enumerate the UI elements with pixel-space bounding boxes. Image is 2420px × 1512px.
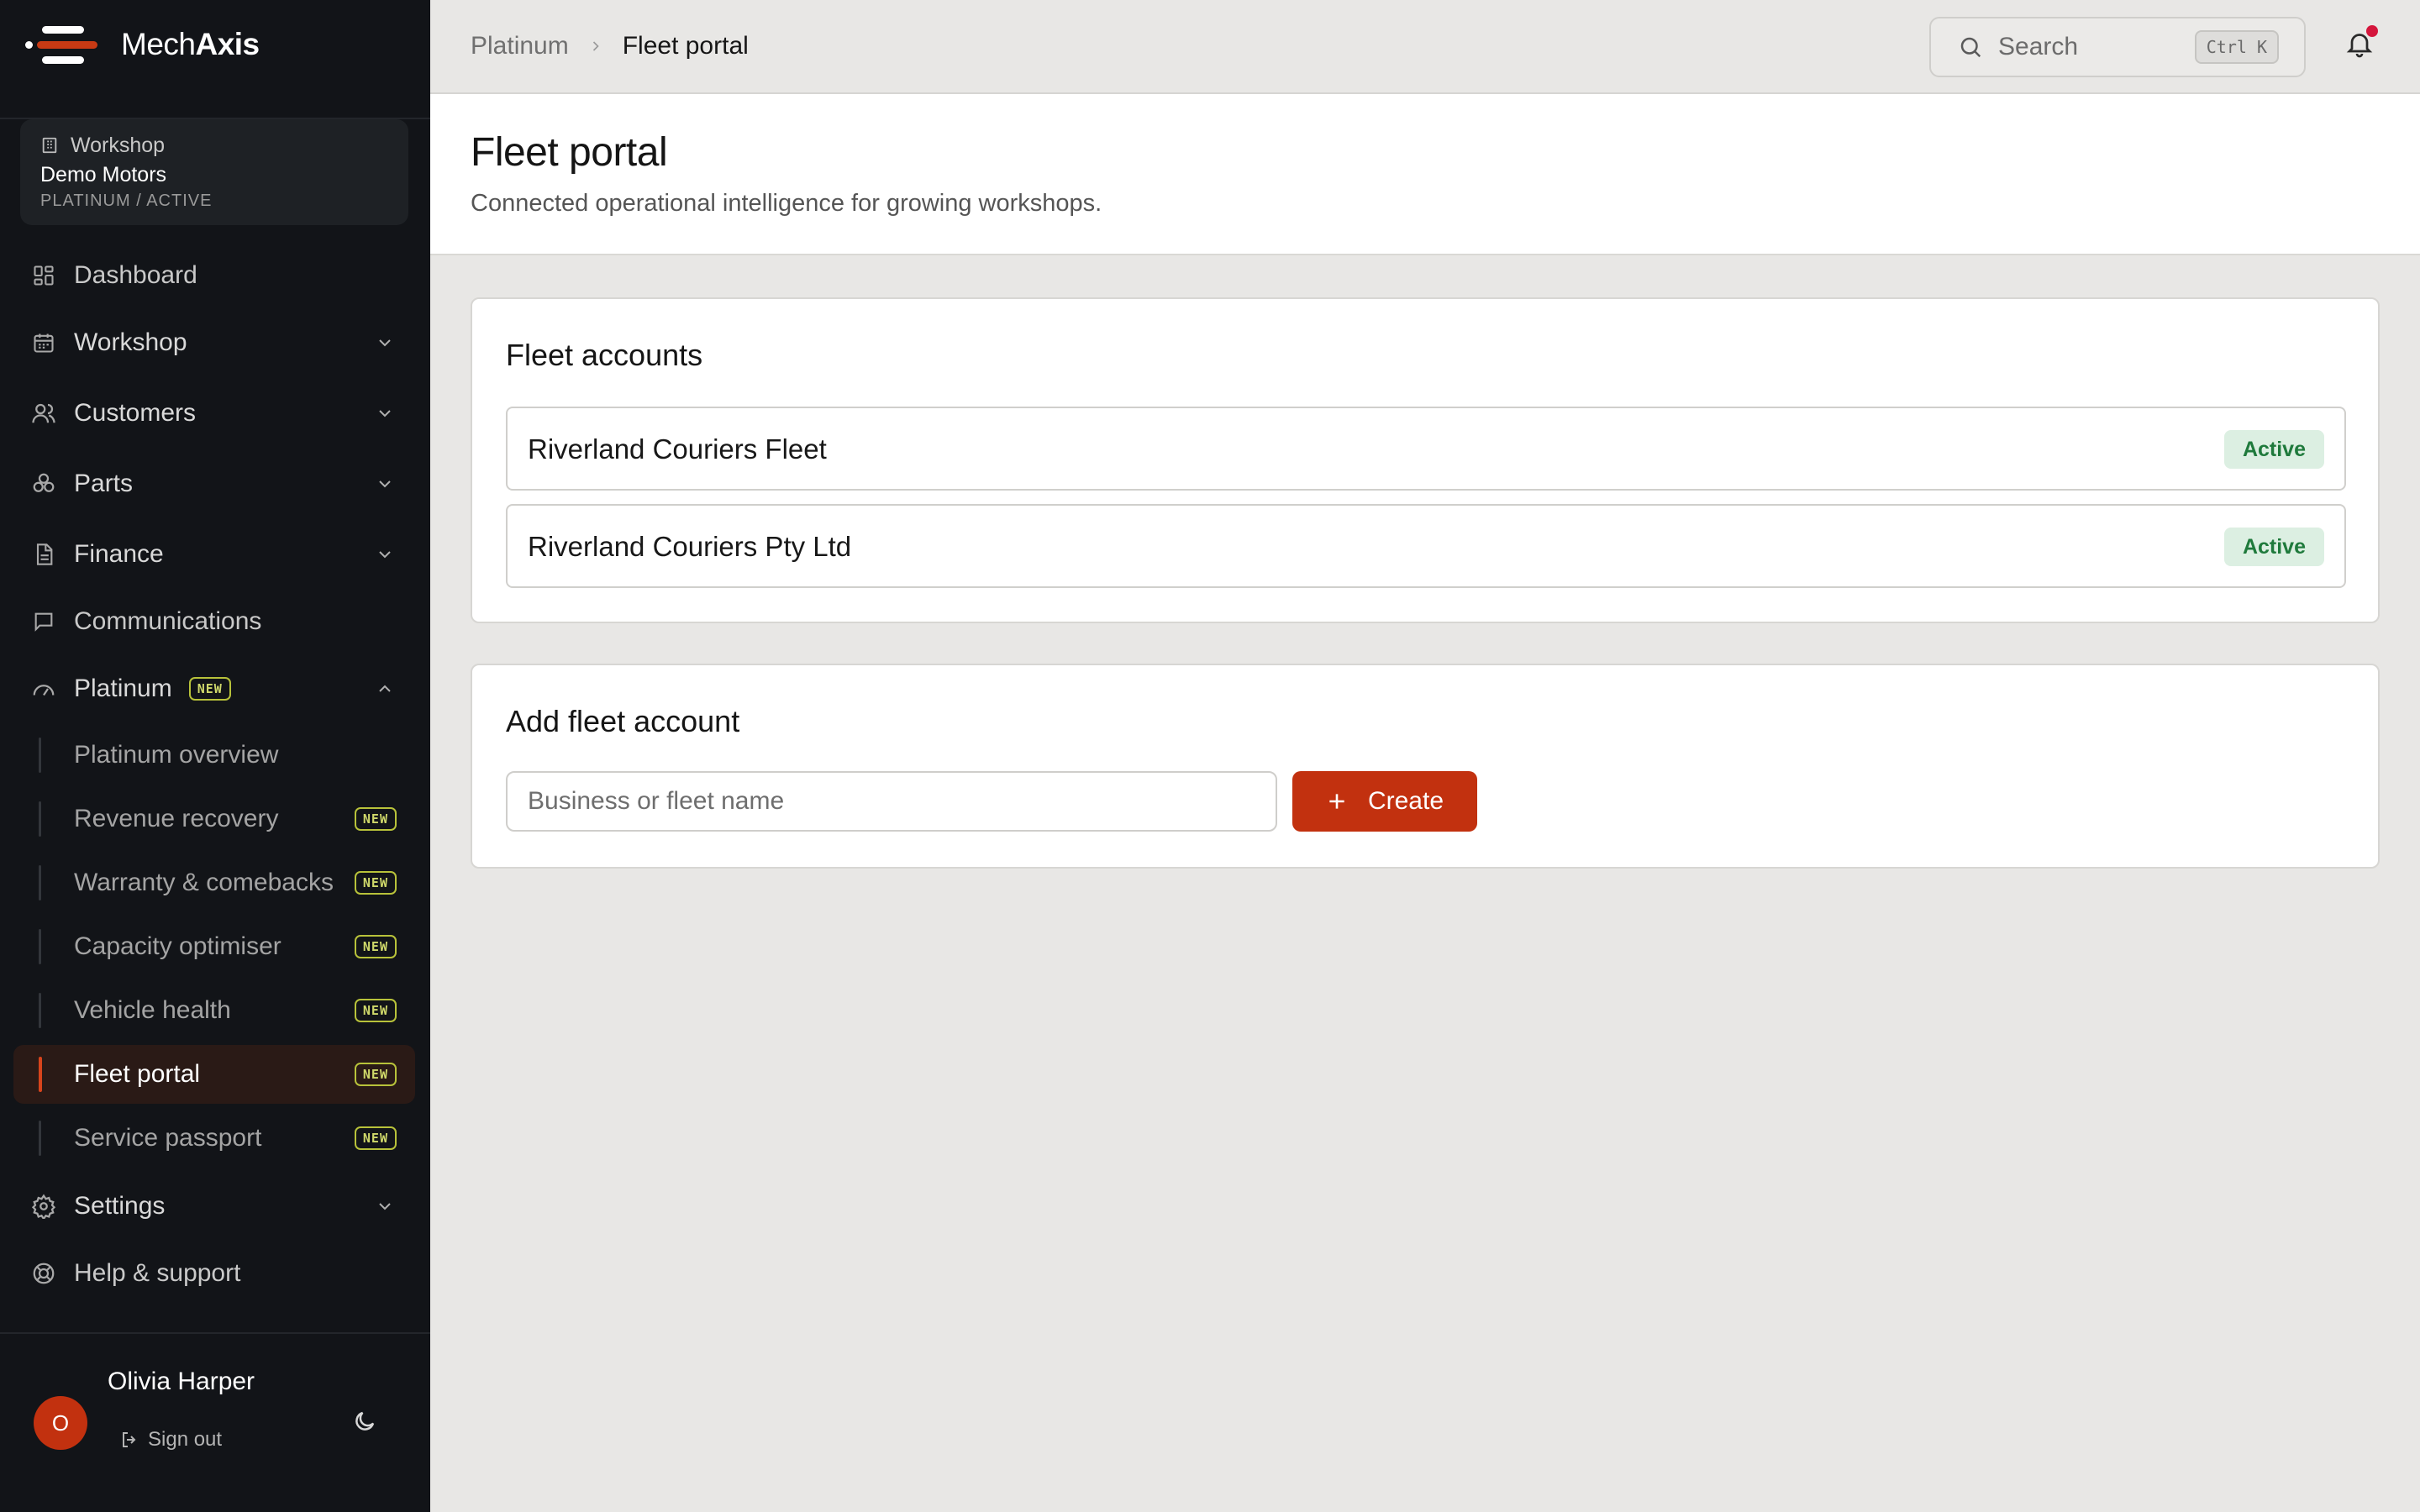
parts-icon [30,470,57,497]
search-input[interactable]: Search Ctrl K [1929,17,2306,77]
new-badge: NEW [354,807,397,831]
sidebar-subitem-label: Warranty & comebacks [74,869,334,896]
page-subtitle: Connected operational intelligence for g… [471,190,1102,217]
chevron-down-icon [379,551,391,559]
lifebuoy-icon [30,1260,57,1287]
sign-out-icon [123,1432,136,1447]
notifications-button[interactable] [2344,25,2378,62]
new-badge: NEW [354,1126,397,1150]
sidebar-divider [0,1332,430,1334]
status-badge: Active [2223,528,2324,566]
chevron-down-icon [379,1203,391,1210]
add-fleet-account-card: Add fleet account Create [471,664,2380,869]
sign-out-button[interactable]: Sign out [119,1428,222,1452]
chevron-down-icon [379,410,391,417]
new-badge: NEW [354,935,397,958]
sidebar-item-finance[interactable]: Finance [13,526,415,583]
chevron-down-icon [379,339,391,347]
fleet-account-name: Riverland Couriers Fleet [528,433,827,465]
list-item[interactable]: Riverland Couriers Pty Ltd Active [506,504,2346,588]
chevron-down-icon [379,480,391,488]
user-name: Olivia Harper [108,1368,255,1395]
plus-icon [1329,794,1344,809]
sidebar-subitem-platinum-overview[interactable]: Platinum overview [13,726,415,785]
sidebar-item-platinum[interactable]: Platinum NEW [13,660,415,717]
app-logo[interactable]: MechAxis [25,24,260,66]
sidebar-item-label: Workshop [74,328,187,356]
page-title: Fleet portal [471,130,668,175]
search-placeholder: Search [1998,33,2079,60]
sidebar-subitem-revenue-recovery[interactable]: Revenue recovery NEW [13,790,415,848]
breadcrumb-current: Fleet portal [622,32,749,60]
sidebar-subitem-label: Capacity optimiser [74,932,281,960]
users-icon [30,400,57,427]
logo-icon [25,24,103,65]
notification-dot [2366,25,2378,37]
app-name: MechAxis [121,27,260,61]
sidebar-item-communications[interactable]: Communications [13,593,415,650]
sidebar-subitem-label: Fleet portal [74,1060,201,1088]
theme-toggle-button[interactable] [348,1404,381,1438]
top-bar: Platinum Fleet portal Search Ctrl K [430,0,2420,94]
sidebar-item-label: Dashboard [74,261,197,289]
sidebar-item-workshop[interactable]: Workshop [13,314,415,371]
sign-out-label: Sign out [148,1428,223,1451]
sidebar-item-help[interactable]: Help & support [13,1245,415,1302]
workspace-label: Workshop [71,133,166,157]
breadcrumb-link-platinum[interactable]: Platinum [471,32,569,60]
sidebar-subitem-label: Service passport [74,1124,262,1152]
sidebar-item-label: Parts [74,470,134,497]
sidebar-item-label: Customers [74,399,197,427]
page-header: Fleet portal Connected operational intel… [430,94,2420,255]
workspace-status: PLATINUM / ACTIVE [40,192,213,210]
fleet-account-name: Riverland Couriers Pty Ltd [528,531,852,562]
sidebar-item-label: Settings [74,1192,166,1220]
card-title: Fleet accounts [506,338,703,372]
moon-icon [355,1411,375,1431]
sidebar-item-label: Help & support [74,1259,241,1287]
new-badge: NEW [354,1063,397,1086]
sidebar-item-parts[interactable]: Parts [13,455,415,512]
chat-icon [30,608,57,635]
fleet-accounts-card: Fleet accounts Riverland Couriers Fleet … [471,297,2380,623]
gauge-icon [30,675,57,702]
fleet-name-input[interactable] [506,771,1277,832]
sidebar-item-label: Platinum [74,675,172,702]
chevron-right-icon [587,38,604,55]
sidebar-item-label: Communications [74,607,262,635]
sidebar-subitem-fleet-portal[interactable]: Fleet portal NEW [13,1045,415,1104]
sidebar-subitem-service-passport[interactable]: Service passport NEW [13,1109,415,1168]
avatar[interactable]: O [34,1396,87,1450]
sidebar-item-customers[interactable]: Customers [13,385,415,442]
workspace-name: Demo Motors [40,163,167,186]
new-badge: NEW [354,999,397,1022]
sidebar-subitem-warranty-comebacks[interactable]: Warranty & comebacks NEW [13,853,415,912]
create-button-label: Create [1367,787,1444,815]
sidebar-subitem-label: Platinum overview [74,741,279,769]
chevron-up-icon [379,685,391,692]
sidebar-subitem-capacity-optimiser[interactable]: Capacity optimiser NEW [13,917,415,976]
dashboard-icon [30,262,57,289]
workspace-switcher[interactable]: Workshop Demo Motors PLATINUM / ACTIVE [20,119,408,225]
new-badge: NEW [188,677,231,701]
sidebar-subitem-label: Vehicle health [74,996,231,1024]
status-badge: Active [2223,430,2324,469]
document-icon [30,541,57,568]
search-icon [1960,37,1981,58]
new-badge: NEW [354,871,397,895]
create-button[interactable]: Create [1292,771,1477,832]
sidebar-item-settings[interactable]: Settings [13,1178,415,1235]
search-shortcut-hint: Ctrl K [2194,30,2279,64]
list-item[interactable]: Riverland Couriers Fleet Active [506,407,2346,491]
sidebar-item-label: Finance [74,540,164,568]
sidebar-item-dashboard[interactable]: Dashboard [13,247,415,304]
card-title: Add fleet account [506,704,740,738]
calendar-icon [30,329,57,356]
building-icon [42,137,57,154]
gear-icon [30,1193,57,1220]
breadcrumb: Platinum Fleet portal [471,32,749,60]
sidebar-subitem-label: Revenue recovery [74,805,279,832]
sidebar: MechAxis Workshop Demo Motors PLATINUM /… [0,0,430,1512]
sidebar-subitem-vehicle-health[interactable]: Vehicle health NEW [13,981,415,1040]
